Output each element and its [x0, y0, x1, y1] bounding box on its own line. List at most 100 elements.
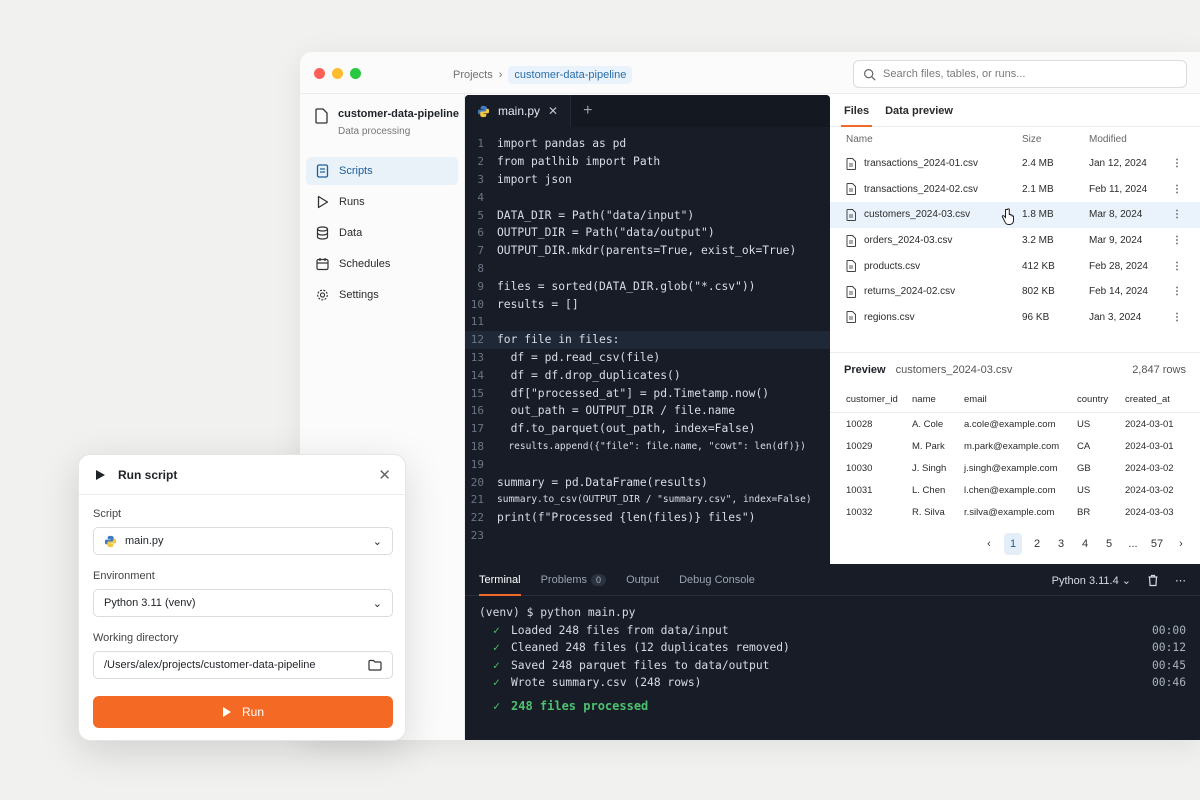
working-directory-input[interactable]: /Users/alex/projects/customer-data-pipel… [93, 651, 393, 679]
file-row[interactable]: regions.csv 96 KB Jan 3, 2024 ⋮ [830, 305, 1200, 331]
code-line[interactable]: 11 [465, 313, 830, 331]
trash-icon[interactable] [1147, 574, 1159, 587]
file-row[interactable]: orders_2024-03.csv 3.2 MB Mar 9, 2024 ⋮ [830, 228, 1200, 254]
tab-main-py[interactable]: main.py ✕ [465, 95, 572, 127]
column-header-modified[interactable]: Modified [1089, 134, 1167, 145]
chevron-down-icon: ⌄ [372, 535, 382, 548]
more-vertical-icon[interactable]: ⋮ [1167, 158, 1187, 169]
tab-data-preview[interactable]: Data preview [885, 95, 953, 126]
previous-page-icon[interactable]: ‹ [980, 533, 998, 555]
code-line[interactable]: 10 results = [] [465, 295, 830, 313]
file-row[interactable]: customers_2024-03.csv 1.8 MB Mar 8, 2024 ⋮ [830, 202, 1200, 228]
breadcrumb-separator: › [498, 69, 503, 81]
script-select[interactable]: main.py ⌄ [93, 527, 393, 555]
terminal-lines: ✓ Loaded 248 files from data/input 00:00 ✓ C… [479, 622, 1186, 692]
terminal-panel: Terminal Problems 0 Output Debug Console … [465, 564, 1200, 740]
run-button[interactable]: Run [93, 696, 393, 728]
sidebar-item-scripts[interactable]: Scripts [306, 157, 458, 185]
code-line[interactable]: 13 df = pd.read_csv(file) [465, 349, 830, 367]
code-line[interactable]: 7 OUTPUT_DIR.mkdr(parents=True, exist_ok=… [465, 242, 830, 260]
code-line[interactable]: 16 out_path = OUTPUT_DIR / file.name [465, 402, 830, 420]
column-header-created-at[interactable]: created_at [1125, 394, 1195, 405]
tab-debug-console[interactable]: Debug Console [679, 574, 755, 586]
table-row[interactable]: 10029 M. Park m.park@example.com CA 2024-03-… [830, 435, 1200, 457]
table-row[interactable]: 10028 A. Cole a.cole@example.com US 2024-03-… [830, 413, 1200, 435]
search-input[interactable]: Search files, tables, or runs... [853, 60, 1187, 88]
code-line[interactable]: 2 from patlhib import Path [465, 153, 830, 171]
code-line[interactable]: 23 [465, 527, 830, 545]
code-area[interactable]: 1 import pandas as pd 2 from patlhib import… [465, 135, 830, 544]
file-row[interactable]: transactions_2024-01.csv 2.4 MB Jan 12, 20… [830, 151, 1200, 177]
code-line[interactable]: 8 [465, 260, 830, 278]
column-header-name[interactable]: name [912, 394, 964, 405]
code-line[interactable]: 22 print(f"Processed {len(files)} files") [465, 509, 830, 527]
code-line[interactable]: 12 for file in files: [465, 330, 830, 349]
python-version-select[interactable]: Python 3.11.4 ⌄ [1052, 574, 1131, 587]
file-name-cell: transactions_2024-01.csv [846, 157, 1022, 170]
file-row[interactable]: transactions_2024-02.csv 2.1 MB Feb 11, 20… [830, 177, 1200, 203]
file-row[interactable]: products.csv 412 KB Feb 28, 2024 ⋮ [830, 253, 1200, 279]
tab-output[interactable]: Output [626, 574, 659, 586]
sidebar-item-schedules[interactable]: Schedules [306, 250, 458, 278]
add-tab-icon[interactable]: + [571, 102, 604, 120]
column-header-name[interactable]: Name [846, 134, 1022, 145]
folder-icon[interactable] [368, 659, 382, 671]
table-row[interactable]: 10031 L. Chen l.chen@example.com US 2024-03-… [830, 479, 1200, 501]
code-line[interactable]: 15 df["processed_at"] = pd.Timetamp.now(… [465, 384, 830, 402]
table-row[interactable]: 10030 J. Singh j.singh@example.com GB 2024-0… [830, 457, 1200, 479]
code-line[interactable]: 20 summary = pd.DataFrame(results) [465, 473, 830, 491]
more-vertical-icon[interactable]: ⋮ [1167, 235, 1187, 246]
page-button[interactable]: 5 [1100, 533, 1118, 555]
project-header[interactable]: customer-data-pipeline Data processing [314, 108, 459, 137]
terminal-line: ✓ Saved 248 parquet files to data/output 0… [479, 657, 1186, 675]
close-window-button[interactable] [314, 68, 325, 79]
code-line[interactable]: 1 import pandas as pd [465, 135, 830, 153]
file-size: 1.8 MB [1022, 209, 1054, 221]
breadcrumb-current[interactable]: customer-data-pipeline [508, 66, 633, 84]
more-vertical-icon[interactable]: ⋮ [1167, 261, 1187, 272]
environment-select[interactable]: Python 3.11 (venv) ⌄ [93, 589, 393, 617]
more-vertical-icon[interactable]: ⋮ [1167, 184, 1187, 195]
more-vertical-icon[interactable]: ⋮ [1167, 209, 1187, 220]
code-text: import pandas as pd [497, 137, 627, 151]
page-button[interactable]: 3 [1052, 533, 1070, 555]
close-icon[interactable]: ✕ [378, 466, 391, 484]
code-line[interactable]: 9 files = sorted(DATA_DIR.glob("*.csv")) [465, 277, 830, 295]
code-line[interactable]: 17 df.to_parquet(out_path, index=False) [465, 420, 830, 438]
close-tab-icon[interactable]: ✕ [548, 104, 558, 118]
sidebar-item-data[interactable]: Data [306, 219, 458, 247]
code-line[interactable]: 4 [465, 188, 830, 206]
more-icon[interactable]: ⋯ [1175, 574, 1186, 587]
next-page-icon[interactable]: › [1172, 533, 1190, 555]
tab-terminal[interactable]: Terminal [479, 564, 521, 596]
page-button[interactable]: 4 [1076, 533, 1094, 555]
code-line[interactable]: 19 [465, 455, 830, 473]
code-line[interactable]: 14 df = df.drop_duplicates() [465, 366, 830, 384]
sidebar-item-runs[interactable]: Runs [306, 188, 458, 216]
page-button[interactable]: 1 [1004, 533, 1022, 555]
tab-problems[interactable]: Problems 0 [541, 573, 607, 586]
terminal-output[interactable]: (venv) $ python main.py ✓ Loaded 248 file… [479, 604, 1186, 715]
code-line[interactable]: 21 summary.to_csv(OUTPUT_DIR / "summary.c… [465, 491, 830, 509]
code-line[interactable]: 6 OUTPUT_DIR = Path("data/output") [465, 224, 830, 242]
table-row[interactable]: 10032 R. Silva r.silva@example.com BR 2024-0… [830, 501, 1200, 523]
page-button[interactable]: 2 [1028, 533, 1046, 555]
column-header-email[interactable]: email [964, 394, 1077, 405]
maximize-window-button[interactable] [350, 68, 361, 79]
sidebar-item-settings[interactable]: Settings [306, 281, 458, 309]
title-bar: Projects › customer-data-pipeline Search… [300, 52, 1200, 94]
code-line[interactable]: 18 results.append({"file": file.name, "c… [465, 438, 830, 456]
column-header-customer-id[interactable]: customer_id [846, 394, 912, 405]
column-header-country[interactable]: country [1077, 394, 1125, 405]
more-vertical-icon[interactable]: ⋮ [1167, 312, 1187, 323]
column-header-size[interactable]: Size [1022, 134, 1089, 145]
code-line[interactable]: 5 DATA_DIR = Path("data/input") [465, 206, 830, 224]
page-button[interactable]: 57 [1148, 533, 1166, 555]
more-vertical-icon[interactable]: ⋮ [1167, 286, 1187, 297]
breadcrumb-projects[interactable]: Projects [453, 69, 493, 81]
code-line[interactable]: 3 import json [465, 171, 830, 189]
file-row[interactable]: returns_2024-02.csv 802 KB Feb 14, 2024 ⋮ [830, 279, 1200, 305]
code-text: from patlhib import Path [497, 155, 661, 169]
tab-files[interactable]: Files [840, 95, 873, 127]
minimize-window-button[interactable] [332, 68, 343, 79]
